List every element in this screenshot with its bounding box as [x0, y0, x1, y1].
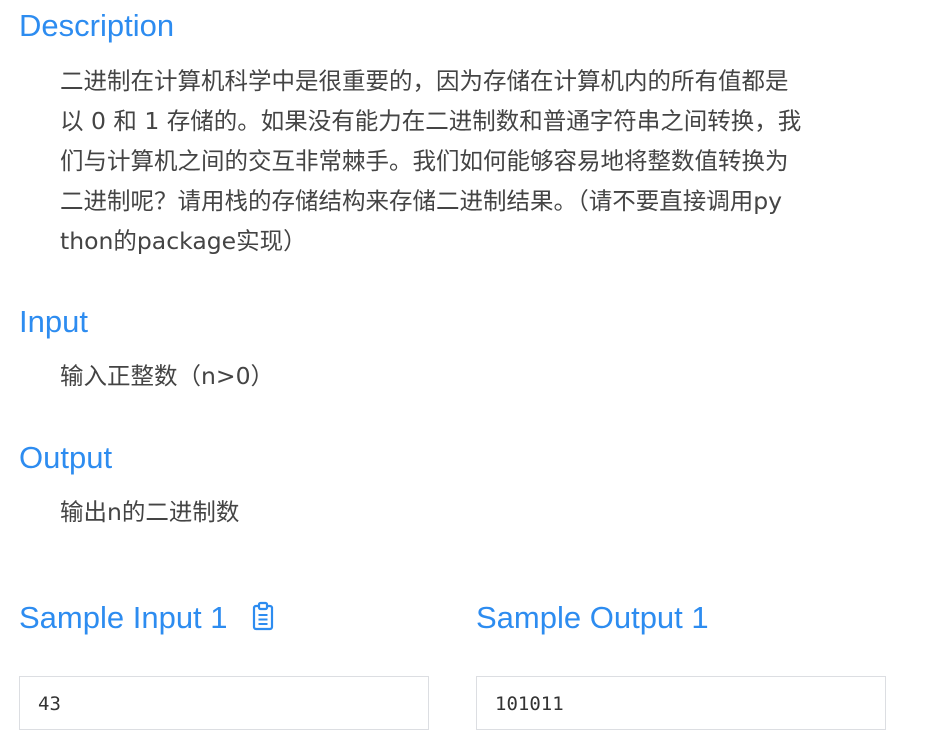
sample-input-box[interactable]: 43 [19, 676, 429, 730]
sample-output-box[interactable]: 101011 [476, 676, 886, 730]
description-line: 以 0 和 1 存储的。如果没有能力在二进制数和普通字符串之间转换，我 [60, 107, 802, 135]
clipboard-icon[interactable] [252, 601, 274, 631]
sample-input-heading-label: Sample Input 1 [19, 600, 228, 635]
output-text: 输出n的二进制数 [60, 498, 240, 526]
description-line: 二进制在计算机科学中是很重要的，因为存储在计算机内的所有值都是 [60, 67, 789, 95]
input-text: 输入正整数（n>0） [60, 362, 275, 390]
sample-input-heading: Sample Input 1 [19, 600, 274, 635]
output-heading: Output [19, 440, 113, 475]
description-text: 二进制在计算机科学中是很重要的，因为存储在计算机内的所有值都是 以 0 和 1 … [60, 61, 801, 261]
description-heading: Description [19, 8, 175, 43]
description-line: thon的package实现） [60, 227, 307, 255]
input-heading: Input [19, 304, 88, 339]
description-line: 们与计算机之间的交互非常棘手。我们如何能够容易地将整数值转换为 [60, 147, 789, 175]
sample-output-heading: Sample Output 1 [476, 600, 709, 635]
description-line: 二进制呢？请用栈的存储结构来存储二进制结果。（请不要直接调用py [60, 187, 783, 215]
